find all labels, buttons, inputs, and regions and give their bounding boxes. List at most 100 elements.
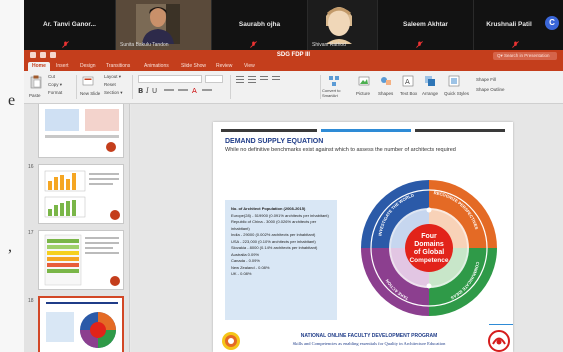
divider bbox=[230, 75, 231, 99]
participant-name: Saurabh ojha bbox=[238, 21, 281, 28]
tab-insert[interactable]: Insert bbox=[56, 63, 69, 69]
tab-view[interactable]: View bbox=[244, 63, 255, 69]
wheel-center-text: Domains bbox=[414, 241, 444, 248]
slide-thumbnail[interactable] bbox=[38, 104, 124, 158]
font-name-select[interactable] bbox=[138, 75, 202, 83]
arrange-button[interactable]: Arrange bbox=[422, 91, 438, 96]
paste-icon[interactable] bbox=[30, 75, 42, 89]
arrange-icon[interactable] bbox=[424, 75, 436, 87]
wheel-center-text: of Global bbox=[414, 249, 444, 256]
slide-title: DEMAND SUPPLY EQUATION bbox=[225, 138, 324, 145]
mic-off-icon bbox=[250, 41, 257, 48]
current-slide[interactable]: DEMAND SUPPLY EQUATION While no definiti… bbox=[213, 122, 513, 352]
wheel-center-text: Competence bbox=[409, 257, 448, 264]
footer-subtitle: Skills and Competencies as enabling esse… bbox=[292, 341, 446, 346]
convert-smartart-button[interactable]: Convert to SmartArt bbox=[322, 88, 350, 98]
participant-caption: Shivani Rathod bbox=[312, 42, 346, 48]
info-line: Republic of China - 3000 (0.026% archite… bbox=[231, 219, 317, 231]
participant-video bbox=[136, 4, 180, 44]
slide-frame-corner bbox=[489, 324, 513, 325]
participant-name: Ar. Tanvi Ganor... bbox=[43, 21, 96, 28]
document-title: SDG FDP III bbox=[276, 52, 311, 58]
section-button[interactable]: Section ▾ bbox=[104, 90, 123, 96]
mic-off-icon bbox=[416, 41, 423, 48]
footer-title: NATIONAL ONLINE FACULTY DEVELOPMENT PROG… bbox=[300, 333, 438, 339]
slide-footer: NATIONAL ONLINE FACULTY DEVELOPMENT PROG… bbox=[213, 324, 513, 352]
picture-button[interactable]: Picture bbox=[356, 91, 370, 96]
font-size-select[interactable] bbox=[205, 75, 223, 83]
tab-slide-show[interactable]: Slide Show bbox=[181, 63, 206, 69]
paragraph-icons[interactable] bbox=[236, 75, 296, 83]
participant-name: Krushnali Patil bbox=[486, 21, 532, 28]
mic-off-icon bbox=[62, 41, 69, 48]
svg-text:A: A bbox=[192, 87, 197, 94]
architect-population-box: No. of Architect Population (2008-2015) … bbox=[225, 200, 337, 320]
more-participants-button[interactable]: C bbox=[545, 16, 559, 30]
new-slide-button[interactable]: New Slide bbox=[80, 91, 100, 96]
text-box-button[interactable]: Text Box bbox=[400, 91, 417, 96]
font-format-icons[interactable]: B I U A bbox=[138, 86, 224, 94]
thumbnail-preview bbox=[44, 170, 120, 220]
mic-off-icon bbox=[512, 41, 519, 48]
shape-fill-button[interactable]: Shape Fill bbox=[476, 77, 496, 82]
screen: e , Ar. Tanvi Ganor... Sunita Bakulu Tan… bbox=[0, 0, 563, 352]
participant-tile[interactable]: Shivani Rathod bbox=[308, 0, 378, 50]
participant-tile[interactable]: Ar. Tanvi Ganor... bbox=[24, 0, 116, 50]
ribbon-home: Paste Cut Copy ▾ Format New Slide Layout… bbox=[24, 71, 563, 104]
edge-text: e bbox=[8, 92, 16, 109]
shapes-button[interactable]: Shapes bbox=[378, 91, 393, 96]
slide-number: 17 bbox=[28, 230, 34, 236]
participant-tile[interactable]: Krushnali Patil C bbox=[474, 0, 563, 50]
participant-tile[interactable]: Sunita Bakulu Tandon bbox=[116, 0, 212, 50]
slide-number: 16 bbox=[28, 164, 34, 170]
title-bar: SDG FDP III Q▾ Search in Presentation bbox=[24, 50, 563, 62]
tab-animations[interactable]: Animations bbox=[144, 63, 169, 69]
slide-subtitle: While no definitive benchmarks exist aga… bbox=[225, 147, 456, 153]
participant-tile[interactable]: Saleem Akhtar bbox=[378, 0, 474, 50]
info-line: UK - 0.08% bbox=[231, 271, 252, 276]
wheel-center bbox=[405, 224, 453, 272]
meeting-video-strip: Ar. Tanvi Ganor... Sunita Bakulu Tandon … bbox=[24, 0, 563, 50]
quick-styles-button[interactable]: Quick Styles bbox=[444, 91, 469, 96]
ribbon-tabs: Home Insert Design Transitions Animation… bbox=[24, 62, 563, 71]
thumbnail-preview bbox=[45, 109, 119, 152]
participant-tile[interactable]: Saurabh ojha bbox=[212, 0, 308, 50]
tab-home[interactable]: Home bbox=[28, 62, 50, 71]
info-line: Slovakia - 8000 (0.14% architects per in… bbox=[231, 245, 318, 250]
tab-transitions[interactable]: Transitions bbox=[106, 63, 130, 69]
slide-thumbnail[interactable] bbox=[38, 164, 124, 224]
thumbnail-preview bbox=[44, 234, 120, 286]
format-painter-button[interactable]: Format bbox=[48, 90, 62, 95]
slide-top-rule bbox=[221, 129, 505, 132]
tab-design[interactable]: Design bbox=[80, 63, 96, 69]
quick-styles-icon[interactable] bbox=[448, 75, 460, 87]
slide-editor: DEMAND SUPPLY EQUATION While no definiti… bbox=[131, 104, 563, 352]
layout-button[interactable]: Layout ▾ bbox=[104, 74, 121, 80]
new-slide-icon[interactable] bbox=[82, 75, 94, 87]
wheel-center-text: Four bbox=[421, 233, 437, 240]
shape-outline-button[interactable]: Shape Outline bbox=[476, 87, 505, 92]
global-competence-wheel: INVESTIGATE THE WORLD RECOGNIZE PERSPECT… bbox=[361, 180, 497, 316]
right-emblem-icon bbox=[488, 330, 510, 352]
reset-button[interactable]: Reset bbox=[104, 82, 116, 87]
left-emblem-icon bbox=[222, 332, 240, 350]
search-input[interactable]: Q▾ Search in Presentation bbox=[493, 52, 557, 60]
slide-thumbnail-selected[interactable] bbox=[38, 296, 124, 352]
slide-thumbnails-pane: 16 17 18 bbox=[24, 104, 130, 352]
text-box-icon[interactable]: A bbox=[402, 75, 414, 87]
edge-text: , bbox=[8, 238, 12, 255]
copy-button[interactable]: Copy ▾ bbox=[48, 82, 62, 88]
slide-number: 18 bbox=[28, 298, 34, 304]
slide-thumbnail[interactable] bbox=[38, 230, 124, 290]
smartart-icon[interactable] bbox=[328, 75, 340, 87]
shapes-icon[interactable] bbox=[380, 75, 392, 87]
divider bbox=[132, 75, 133, 99]
cut-button[interactable]: Cut bbox=[48, 74, 55, 79]
picture-icon[interactable] bbox=[358, 75, 370, 87]
participant-name: Saleem Akhtar bbox=[403, 21, 448, 28]
tab-review[interactable]: Review bbox=[216, 63, 232, 69]
paste-button[interactable]: Paste bbox=[29, 93, 41, 98]
participant-caption: Sunita Bakulu Tandon bbox=[120, 42, 169, 48]
svg-text:U: U bbox=[152, 87, 157, 94]
svg-text:I: I bbox=[145, 87, 149, 94]
